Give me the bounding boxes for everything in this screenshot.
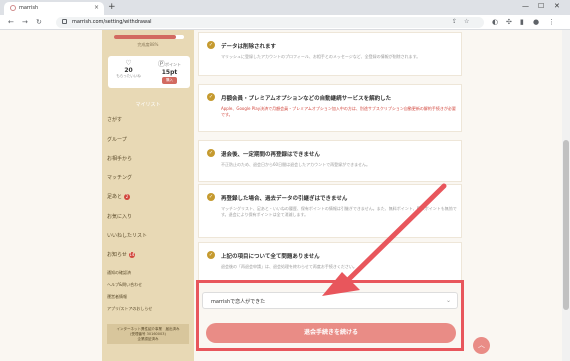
check-icon: ✓	[207, 93, 215, 101]
point-label: ポイント	[165, 62, 181, 67]
notice-title: 退会後、一定期間の再登録はできません	[221, 152, 320, 158]
share-icon[interactable]: ⇪	[452, 18, 457, 25]
notice-desc: 不正防止のため、退会日から60日間は退会したアカウントで再登録ができません。	[221, 162, 370, 167]
address-bar[interactable]: marrish.com/setting/withdrawal ⇪ ☆	[56, 17, 484, 28]
reload-button[interactable]: ↻	[36, 18, 42, 26]
check-icon: ✓	[207, 41, 215, 49]
sidebar-item-favorites[interactable]: お気に入り	[107, 213, 189, 220]
browser-tab[interactable]: marrish ×	[4, 2, 104, 15]
profile-progress-bar	[114, 35, 184, 39]
points-stat: Ⓟポイント 15pt 購入	[149, 59, 190, 84]
check-icon: ✓	[207, 251, 215, 259]
notice-title: 月額会員・プレミアムオプションなどの自動継続サービスを解約した	[221, 96, 392, 102]
menu-kebab-icon[interactable]: ⋮	[548, 18, 555, 26]
like-count: 20	[124, 67, 133, 74]
url-text[interactable]: marrish.com/setting/withdrawal	[72, 19, 152, 25]
point-value: 15pt	[161, 69, 178, 76]
tab-title: marrish	[19, 5, 39, 11]
sidebar-link-app-news[interactable]: アプリ/ストアのおしらせ	[107, 306, 152, 312]
forward-button[interactable]: →	[22, 18, 28, 26]
profile-progress-fill	[114, 35, 176, 39]
bookmark-star-icon[interactable]: ☆	[464, 18, 469, 25]
sidebar-panel-icon[interactable]: ▮	[520, 18, 524, 26]
mylist-heading: マイリスト	[135, 102, 161, 108]
likes-stat[interactable]: ♡ 20 もらったいいね	[108, 59, 149, 79]
sidebar-item-liked-list[interactable]: いいねしたリスト	[107, 232, 189, 239]
notice-card: ✓ 月額会員・プレミアムオプションなどの自動継続サービスを解約した Apple、…	[198, 84, 462, 132]
sidebar-item-notifications[interactable]: お知らせ 14	[107, 251, 189, 258]
notice-title: データは削除されます	[221, 44, 277, 50]
sidebar-item-from-partner[interactable]: お相手から	[107, 155, 189, 162]
notice-card: ✓ データは削除されます マリッシュに登録したアカウントのプロフィール、お相手と…	[198, 32, 462, 76]
sidebar-link-operator[interactable]: 運営者情報	[107, 294, 127, 300]
sidebar-link-help[interactable]: ヘルプ&問い合わせ	[107, 282, 142, 288]
sidebar-item-group[interactable]: グループ	[107, 136, 189, 143]
profile-progress-label: 完成度88%	[137, 42, 159, 47]
check-icon: ✓	[207, 149, 215, 157]
sidebar-item-footprints[interactable]: 足あと 2	[107, 193, 189, 200]
page-scrollbar[interactable]	[562, 30, 570, 361]
back-button[interactable]: ←	[8, 18, 14, 26]
check-icon: ✓	[207, 193, 215, 201]
notice-card: ✓ 退会後、一定期間の再登録はできません 不正防止のため、退会日から60日間は退…	[198, 140, 462, 182]
sidebar-item-search[interactable]: さがす	[107, 116, 189, 123]
like-icon: ♡	[125, 59, 132, 67]
extension-icon[interactable]: ◐	[492, 18, 498, 26]
new-tab-button[interactable]: +	[108, 2, 116, 12]
notice-desc: マリッシュに登録したアカウントのプロフィール、お相手とのメッセージなど、全登録の…	[221, 54, 421, 59]
scrollbar-thumb[interactable]	[563, 140, 569, 310]
tab-bar: marrish × + — ☐ ✕	[0, 0, 570, 15]
extensions-puzzle-icon[interactable]: ✣	[506, 18, 512, 26]
page: 完成度88% ♡ 20 もらったいいね Ⓟポイント 15pt 購入 マイリスト …	[0, 30, 562, 361]
sidebar-link-notification-confirm[interactable]: 通知の確認済	[107, 270, 131, 276]
scroll-to-top-button[interactable]: ︿	[473, 337, 490, 354]
license-info: インターネット異性紹介事業 届出済み (受理番号 30160003) 企業認証済…	[107, 324, 189, 344]
browser-toolbar: ← → ↻ marrish.com/setting/withdrawal ⇪ ☆…	[0, 15, 570, 30]
site-favicon-icon	[10, 5, 16, 11]
like-sub-label: もらったいいね	[116, 74, 141, 78]
annotation-arrow-icon	[322, 183, 447, 296]
buy-points-button[interactable]: 購入	[162, 77, 177, 84]
stats-card: ♡ 20 もらったいいね Ⓟポイント 15pt 購入	[108, 56, 190, 88]
lock-icon	[62, 19, 67, 24]
point-icon: Ⓟ	[158, 60, 165, 68]
sidebar-item-matching[interactable]: マッチング	[107, 174, 189, 181]
minimize-button[interactable]: —	[522, 2, 529, 10]
sidebar: 完成度88% ♡ 20 もらったいいね Ⓟポイント 15pt 購入 マイリスト …	[102, 30, 194, 361]
tab-close-icon[interactable]: ×	[94, 4, 99, 11]
notice-desc: Apple、Google Play決済で月額会員・プレミアムオプション加入中の方…	[221, 106, 456, 117]
notifications-badge: 14	[128, 252, 135, 258]
profile-icon[interactable]: ●	[533, 18, 539, 26]
footprints-badge: 2	[124, 194, 131, 200]
maximize-button[interactable]: ☐	[538, 2, 544, 10]
window-close-button[interactable]: ✕	[554, 2, 560, 10]
